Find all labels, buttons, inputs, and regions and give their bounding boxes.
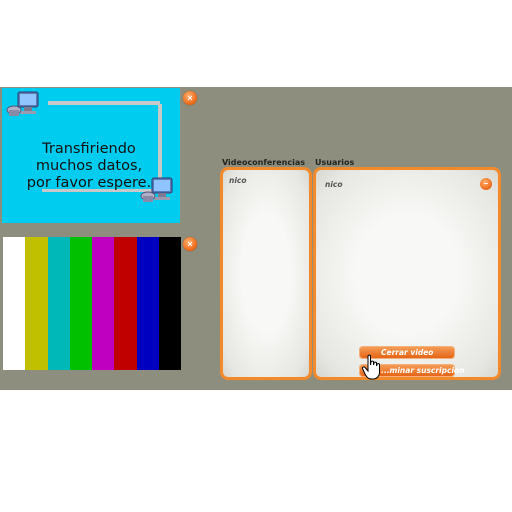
videoconferences-heading: Videoconferencias — [222, 158, 305, 167]
network-line — [48, 101, 160, 105]
close-transfer-panel-button[interactable]: × — [183, 91, 197, 105]
color-bar — [92, 237, 115, 370]
transfer-message-line: Transfiriendo — [42, 141, 136, 157]
computer-icon — [6, 91, 39, 116]
color-bar — [25, 237, 48, 370]
transfer-status-panel: Transfiriendo muchos datos, por favor es… — [2, 88, 180, 223]
collapse-user-button[interactable]: – — [480, 178, 492, 190]
close-video-panel-button[interactable]: × — [183, 237, 197, 251]
hand-cursor-icon — [361, 354, 380, 380]
color-bars-video — [3, 237, 181, 370]
transfer-message: Transfiriendo muchos datos, por favor es… — [14, 141, 164, 192]
user-list-item[interactable]: nico — [325, 180, 343, 189]
color-bar — [158, 237, 181, 370]
color-bar — [69, 237, 92, 370]
videoconferences-panel: nico — [220, 167, 312, 380]
color-bar — [136, 237, 159, 370]
transfer-message-line: muchos datos, — [35, 158, 143, 174]
transfer-message-line: por favor espere. — [26, 175, 152, 191]
color-bar — [47, 237, 70, 370]
users-heading: Usuarios — [315, 158, 355, 167]
color-bar — [114, 237, 137, 370]
conference-user-name[interactable]: nico — [229, 176, 247, 185]
color-bar — [3, 237, 26, 370]
